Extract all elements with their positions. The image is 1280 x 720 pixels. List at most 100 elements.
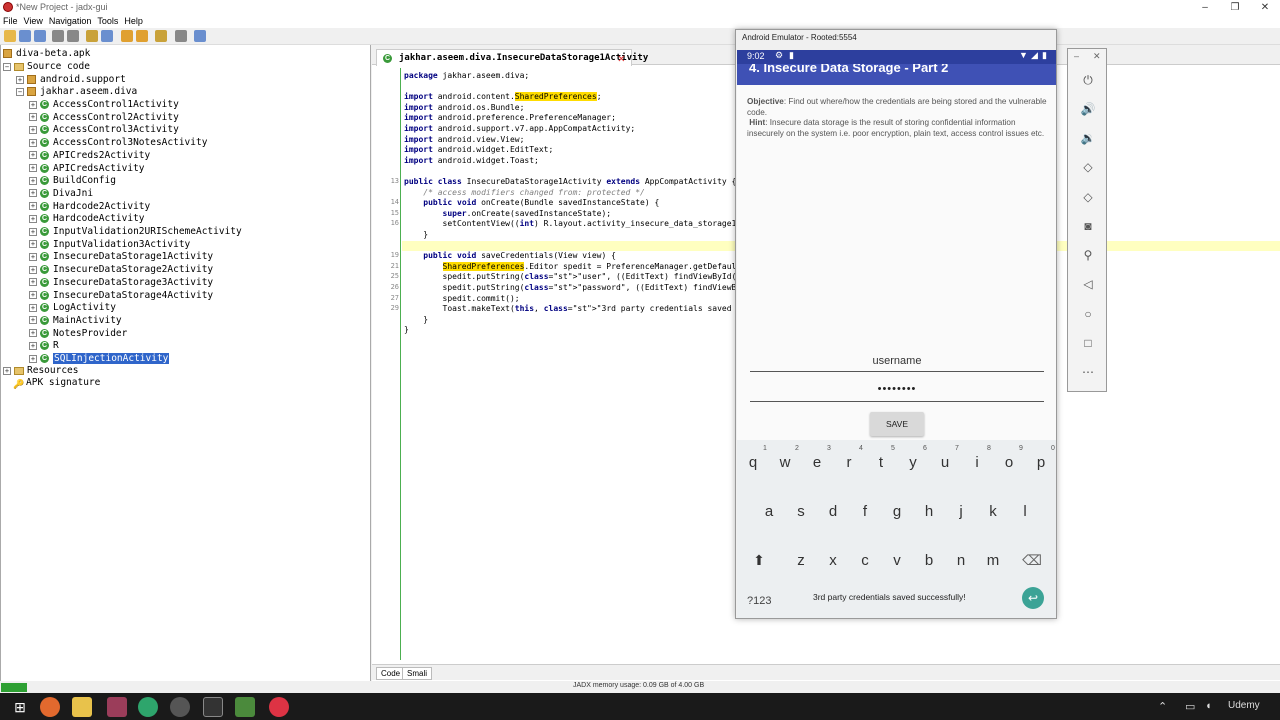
menu-navigation[interactable]: Navigation [49,16,92,26]
save-button[interactable]: SAVE [870,412,924,436]
keyboard-key[interactable]: y [903,454,923,471]
keyboard-key[interactable]: m [983,552,1003,569]
expand-icon[interactable]: + [29,278,37,287]
tree-class-item[interactable]: + C SQLInjectionActivity [29,352,170,365]
keyboard-key[interactable]: z [791,552,811,569]
expand-icon[interactable]: + [29,214,37,223]
enter-key-icon[interactable]: ↩ [1022,587,1044,609]
file-explorer-icon[interactable] [72,697,92,717]
keyboard-key[interactable]: u [935,454,955,471]
expand-icon[interactable]: + [29,316,37,325]
tree-class-item[interactable]: + C AccessControl1Activity [29,98,179,111]
app-icon-4[interactable] [235,697,255,717]
expand-icon[interactable]: + [29,189,37,198]
keyboard-key[interactable]: t [871,454,891,471]
tree-class-item[interactable]: + C DivaJni [29,187,93,200]
username-input[interactable]: username [750,355,1044,372]
keyboard-key[interactable]: n [951,552,971,569]
expand-icon[interactable]: + [3,366,11,375]
rotate-right-icon[interactable]: ◇ [1080,189,1096,205]
tree-package[interactable]: − jakhar.aseem.diva [16,85,137,98]
tree-class-item[interactable]: + C InsecureDataStorage3Activity [29,276,213,289]
log-icon[interactable] [175,30,187,42]
keyboard-key[interactable]: o [999,454,1019,471]
back-nav-icon[interactable]: ◁ [1080,276,1096,292]
power-icon[interactable]: ⏻ [1080,72,1096,88]
shift-key-icon[interactable]: ⬆ [749,552,769,569]
tree-class-item[interactable]: + C MainActivity [29,314,122,327]
tree-class-item[interactable]: + C APICreds2Activity [29,149,150,162]
tray-chevron-icon[interactable]: ⌃ [1158,700,1167,713]
tree-class-item[interactable]: + C InputValidation3Activity [29,238,190,251]
expand-icon[interactable]: + [29,291,37,299]
keyboard-key[interactable]: d [823,503,843,520]
tree-class-item[interactable]: + C LogActivity [29,301,116,314]
deobfuscate-icon[interactable] [155,30,167,42]
app-icon-2[interactable] [138,697,158,717]
expand-icon[interactable]: + [29,100,37,109]
volume-icon[interactable]: ◖ [1205,700,1212,712]
close-window-button[interactable]: ✕ [1250,0,1280,15]
tree-class-item[interactable]: + C InputValidation2URISchemeActivity [29,225,242,238]
expand-icon[interactable]: + [29,113,37,122]
expand-icon[interactable]: + [29,329,37,338]
password-input[interactable]: •••••••• [750,383,1044,402]
expand-icon[interactable]: + [29,125,37,134]
keyboard-key[interactable]: p [1031,454,1051,471]
minimize-button[interactable]: – [1190,0,1220,15]
back-icon[interactable] [121,30,133,42]
rotate-left-icon[interactable]: ◇ [1080,159,1096,175]
keyboard-key[interactable]: e [807,454,827,471]
app-icon-1[interactable] [107,697,127,717]
tree-class-item[interactable]: + C APICredsActivity [29,162,145,175]
keyboard-key[interactable]: w [775,454,795,471]
tab-smali[interactable]: Smali [402,667,433,680]
tree-apk-signature[interactable]: 🔑 APK signature [13,376,100,390]
keyboard-key[interactable]: q [743,454,763,471]
find-class-icon[interactable] [101,30,113,42]
network-icon[interactable]: ▭ [1185,700,1195,713]
collapse-icon[interactable]: − [3,62,11,71]
keyboard-key[interactable]: a [759,503,779,520]
keyboard-key[interactable]: l [1015,503,1035,520]
symbols-key[interactable]: ?123 [747,595,771,607]
volume-up-icon[interactable]: 🔊 [1080,101,1096,117]
save-icon[interactable] [19,30,31,42]
volume-down-icon[interactable]: 🔉 [1080,130,1096,146]
expand-icon[interactable]: + [29,176,37,185]
close-tab-icon[interactable]: ✕ [618,50,625,66]
expand-icon[interactable]: + [29,202,37,211]
open-icon[interactable] [4,30,16,42]
flatten-icon[interactable] [67,30,79,42]
home-icon[interactable]: ○ [1080,306,1096,322]
tree-class-item[interactable]: + C InsecureDataStorage4Activity [29,289,213,302]
keyboard-key[interactable]: h [919,503,939,520]
keyboard-key[interactable]: g [887,503,907,520]
firefox-icon[interactable] [40,697,60,717]
terminal-icon[interactable] [203,697,223,717]
minimize-emulator-icon[interactable]: – [1074,51,1079,61]
menu-file[interactable]: File [3,16,18,26]
tree-class-item[interactable]: + C AccessControl3Activity [29,123,179,136]
maximize-button[interactable]: ❐ [1220,0,1250,15]
tab-code[interactable]: Code [376,667,406,680]
close-emulator-icon[interactable]: ✕ [1093,51,1101,62]
expand-icon[interactable]: + [29,240,37,249]
tree-class-item[interactable]: + C InsecureDataStorage2Activity [29,263,213,276]
save-all-icon[interactable] [34,30,46,42]
keyboard-key[interactable]: b [919,552,939,569]
tree-source-code[interactable]: − Source code [3,60,90,73]
backspace-key-icon[interactable]: ⌫ [1022,552,1042,569]
expand-icon[interactable]: + [29,354,37,363]
app-icon-5[interactable] [269,697,289,717]
tree-class-item[interactable]: + C AccessControl2Activity [29,111,179,124]
expand-icon[interactable]: + [29,227,37,236]
keyboard-key[interactable]: x [823,552,843,569]
expand-icon[interactable]: + [29,138,37,147]
expand-icon[interactable]: + [29,265,37,274]
expand-icon[interactable]: + [29,151,37,160]
search-icon[interactable] [86,30,98,42]
app-icon-3[interactable] [170,697,190,717]
menu-help[interactable]: Help [124,16,143,26]
keyboard-key[interactable]: r [839,454,859,471]
